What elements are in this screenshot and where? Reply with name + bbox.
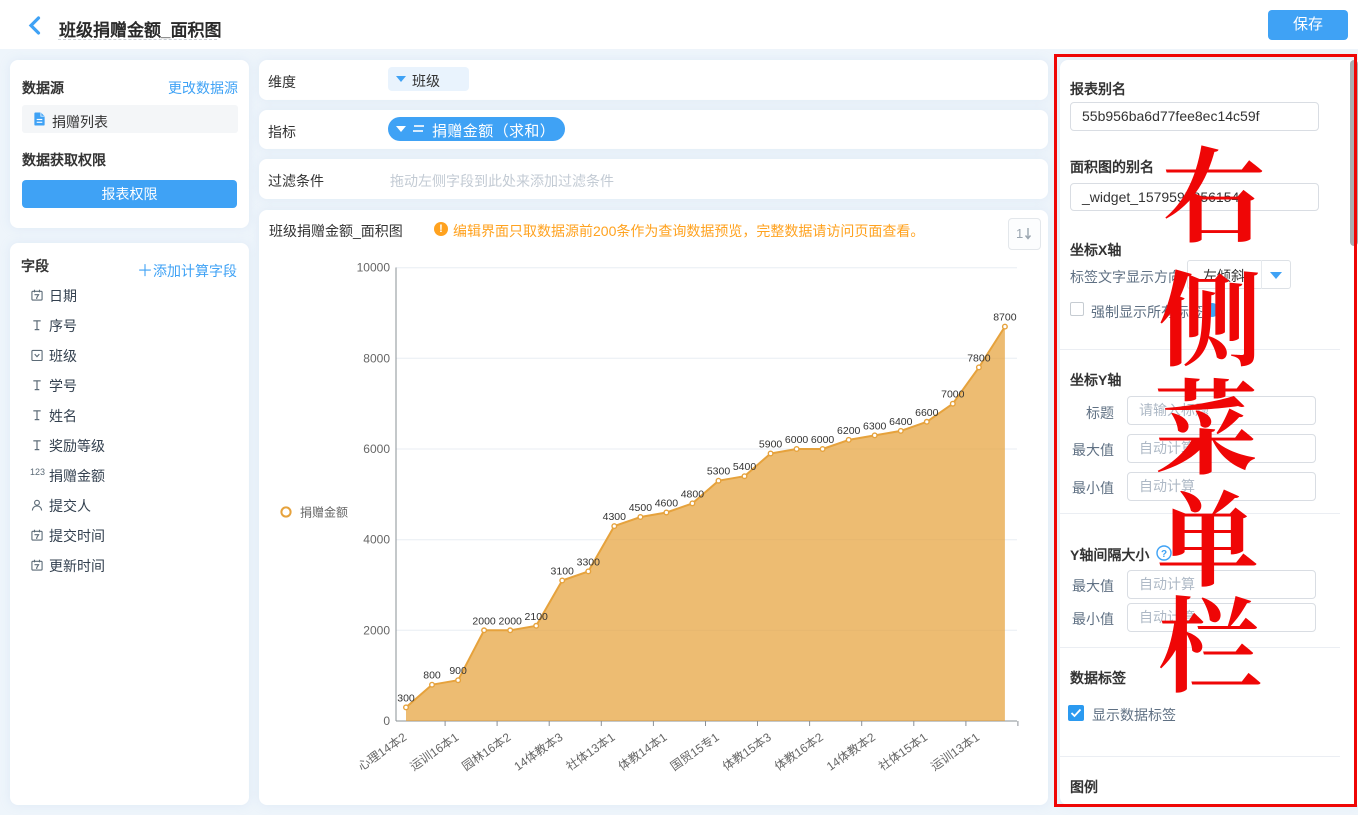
svg-text:3100: 3100	[551, 566, 575, 578]
svg-text:4600: 4600	[655, 498, 679, 510]
svg-text:体教14本1: 体教14本1	[615, 729, 670, 774]
svg-text:2100: 2100	[525, 611, 549, 623]
svg-text:捐赠金额: 捐赠金额	[300, 505, 348, 520]
svg-text:8000: 8000	[363, 351, 390, 365]
svg-text:4300: 4300	[603, 511, 627, 523]
svg-text:800: 800	[423, 670, 441, 682]
svg-text:14体教本2: 14体教本2	[823, 729, 878, 774]
svg-text:14体教本3: 14体教本3	[511, 729, 566, 774]
svg-text:3300: 3300	[577, 556, 601, 568]
svg-text:5900: 5900	[759, 439, 783, 451]
svg-text:6300: 6300	[863, 420, 887, 432]
svg-text:300: 300	[397, 692, 415, 704]
svg-text:社体15本1: 社体15本1	[876, 729, 931, 774]
svg-text:8700: 8700	[993, 312, 1017, 324]
svg-text:6200: 6200	[837, 425, 861, 437]
svg-text:900: 900	[449, 665, 467, 677]
svg-text:4000: 4000	[363, 533, 390, 547]
svg-text:5300: 5300	[707, 466, 731, 478]
svg-text:运训13本1: 运训13本1	[928, 730, 982, 774]
svg-text:体教15本3: 体教15本3	[719, 729, 774, 774]
svg-text:5400: 5400	[733, 461, 757, 473]
svg-text:6000: 6000	[785, 434, 809, 446]
svg-text:6600: 6600	[915, 407, 939, 419]
svg-text:运训16本1: 运训16本1	[407, 730, 461, 774]
svg-text:6000: 6000	[811, 434, 835, 446]
svg-text:2000: 2000	[499, 615, 523, 627]
svg-text:7800: 7800	[967, 352, 991, 364]
svg-text:社体13本1: 社体13本1	[563, 729, 618, 774]
svg-text:体教16本2: 体教16本2	[771, 729, 826, 774]
svg-text:0: 0	[383, 714, 390, 728]
svg-text:园林16本2: 园林16本2	[459, 730, 513, 774]
svg-text:4800: 4800	[681, 488, 705, 500]
svg-text:6400: 6400	[889, 416, 913, 428]
svg-text:国贸15专1: 国贸15专1	[667, 729, 722, 774]
svg-text:6000: 6000	[363, 442, 390, 456]
svg-text:4500: 4500	[629, 502, 653, 514]
svg-text:2000: 2000	[363, 623, 390, 637]
svg-text:10000: 10000	[357, 261, 391, 275]
svg-text:7000: 7000	[941, 389, 965, 401]
svg-text:2000: 2000	[472, 615, 496, 627]
svg-text:心理14本2: 心理14本2	[355, 730, 409, 774]
